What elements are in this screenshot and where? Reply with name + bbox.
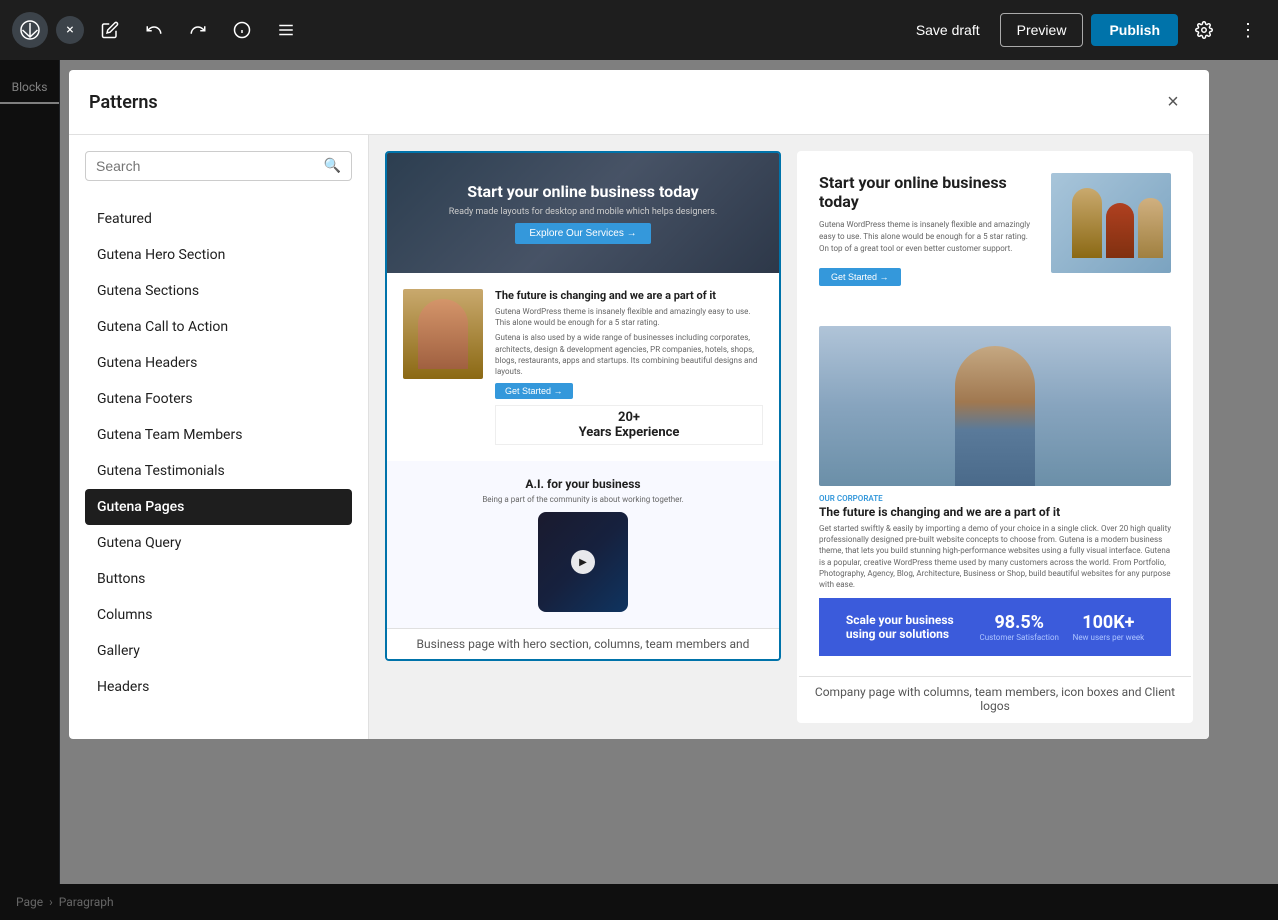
team-cta-button[interactable]: Get Started → [495,383,573,399]
sidebar-item-gutena-query[interactable]: Gutena Query [85,525,352,561]
sidebar-item-gutena-headers[interactable]: Gutena Headers [85,345,352,381]
modal-title: Patterns [89,92,158,113]
person-image [819,326,1171,486]
company-page-pattern-card[interactable]: Start your online business today Gutena … [797,151,1193,723]
sidebar-item-gutena-testimonials[interactable]: Gutena Testimonials [85,453,352,489]
pattern-preview-right: Start your online business today Gutena … [799,153,1191,676]
stat1-number: 98.5% [979,612,1058,633]
right-hero-desc: Gutena WordPress theme is insanely flexi… [819,219,1039,255]
toolbar-left: × [12,12,304,48]
right-hero-title: Start your online business today [819,173,1039,211]
search-box: 🔍 [85,151,352,181]
phone-mock: ▶ [538,512,628,612]
stat2-number: 100K+ [1073,612,1145,633]
team-title: The future is changing and we are a part… [495,289,763,302]
stat-users: 100K+ New users per week [1073,612,1145,642]
modal-body: 🔍 FeaturedGutena Hero SectionGutena Sect… [69,135,1209,739]
team-photo [403,289,483,379]
patterns-modal: Patterns × 🔍 FeaturedGutena Hero Section… [69,70,1209,739]
experience-number: 20+ [504,410,754,425]
hero-section-mock: Start your online business today Ready m… [387,153,779,273]
sidebar-item-gutena-team-members[interactable]: Gutena Team Members [85,417,352,453]
more-options-button[interactable]: ⋮ [1230,12,1266,48]
hero-cta-button[interactable]: Explore Our Services → [515,223,650,244]
stats-title: Scale your business using our solutions [846,613,966,641]
redo-button[interactable] [180,12,216,48]
stat1-label: Customer Satisfaction [979,633,1058,642]
person-silhouette [955,346,1035,486]
pattern-preview-left: Start your online business today Ready m… [387,153,779,628]
edit-icon[interactable] [92,12,128,48]
sidebar-item-gutena-pages[interactable]: Gutena Pages [85,489,352,525]
team-text: The future is changing and we are a part… [495,289,763,445]
modal-overlay: Patterns × 🔍 FeaturedGutena Hero Section… [0,60,1278,920]
settings-button[interactable] [1186,12,1222,48]
sidebar-item-gutena-call-to-action[interactable]: Gutena Call to Action [85,309,352,345]
wordpress-logo[interactable] [12,12,48,48]
right-hero-cta-button[interactable]: Get Started → [819,268,901,286]
publish-button[interactable]: Publish [1091,14,1178,46]
search-icon: 🔍 [324,158,341,174]
hero-subtitle: Ready made layouts for desktop and mobil… [449,207,718,217]
right-card-label: Company page with columns, team members,… [799,676,1191,721]
toolbar: × Save draft Preview Publish ⋮ [0,0,1278,60]
info-button[interactable] [224,12,260,48]
preview-button[interactable]: Preview [1000,13,1084,47]
ai-section-mock: A.I. for your business Being a part of t… [387,461,779,628]
experience-label: Years Experience [504,425,754,440]
sidebar-item-headers[interactable]: Headers [85,669,352,705]
hero-title: Start your online business today [467,182,698,201]
undo-button[interactable] [136,12,172,48]
person-title: The future is changing and we are a part… [819,505,1171,519]
person-category: OUR CORPORATE [819,494,1171,503]
experience-badge: 20+ Years Experience [495,405,763,445]
list-view-button[interactable] [268,12,304,48]
sidebar-item-gutena-footers[interactable]: Gutena Footers [85,381,352,417]
sidebar-item-featured[interactable]: Featured [85,201,352,237]
search-input[interactable] [96,158,324,174]
person-text: OUR CORPORATE The future is changing and… [819,494,1171,590]
stat2-label: New users per week [1073,633,1145,642]
save-draft-button[interactable]: Save draft [904,14,992,46]
modal-header: Patterns × [69,70,1209,135]
sidebar-item-gutena-hero-section[interactable]: Gutena Hero Section [85,237,352,273]
team-desc1: Gutena WordPress theme is insanely flexi… [495,306,763,328]
right-hero-section: Start your online business today Gutena … [799,153,1191,306]
editor-area: Blocks Patterns × 🔍 FeaturedGutena Hero … [0,60,1278,920]
patterns-sidebar: 🔍 FeaturedGutena Hero SectionGutena Sect… [69,135,369,739]
right-hero-text: Start your online business today Gutena … [819,173,1039,286]
business-page-pattern-card[interactable]: Start your online business today Ready m… [385,151,781,661]
modal-close-button[interactable]: × [1157,86,1189,118]
right-pattern-column: Start your online business today Gutena … [797,151,1193,723]
left-card-label: Business page with hero section, columns… [387,628,779,659]
stats-bar: Scale your business using our solutions … [819,598,1171,656]
team-desc2: Gutena is also used by a wide range of b… [495,332,763,377]
sidebar-item-buttons[interactable]: Buttons [85,561,352,597]
ai-title: A.I. for your business [403,477,763,491]
close-editor-button[interactable]: × [56,16,84,44]
person-desc: Get started swiftly & easily by importin… [819,523,1171,590]
right-person-section: OUR CORPORATE The future is changing and… [799,306,1191,676]
right-hero-image [1051,173,1171,273]
sidebar-item-gutena-sections[interactable]: Gutena Sections [85,273,352,309]
patterns-content: Start your online business today Ready m… [369,135,1209,739]
categories-list: FeaturedGutena Hero SectionGutena Sectio… [85,201,352,705]
sidebar-item-columns[interactable]: Columns [85,597,352,633]
left-pattern-column: Start your online business today Ready m… [385,151,781,661]
team-section-mock: The future is changing and we are a part… [387,273,779,461]
play-button-icon[interactable]: ▶ [571,550,595,574]
sidebar-item-gallery[interactable]: Gallery [85,633,352,669]
ai-subtitle: Being a part of the community is about w… [403,495,763,504]
toolbar-right: Save draft Preview Publish ⋮ [904,12,1266,48]
stat-satisfaction: 98.5% Customer Satisfaction [979,612,1058,642]
